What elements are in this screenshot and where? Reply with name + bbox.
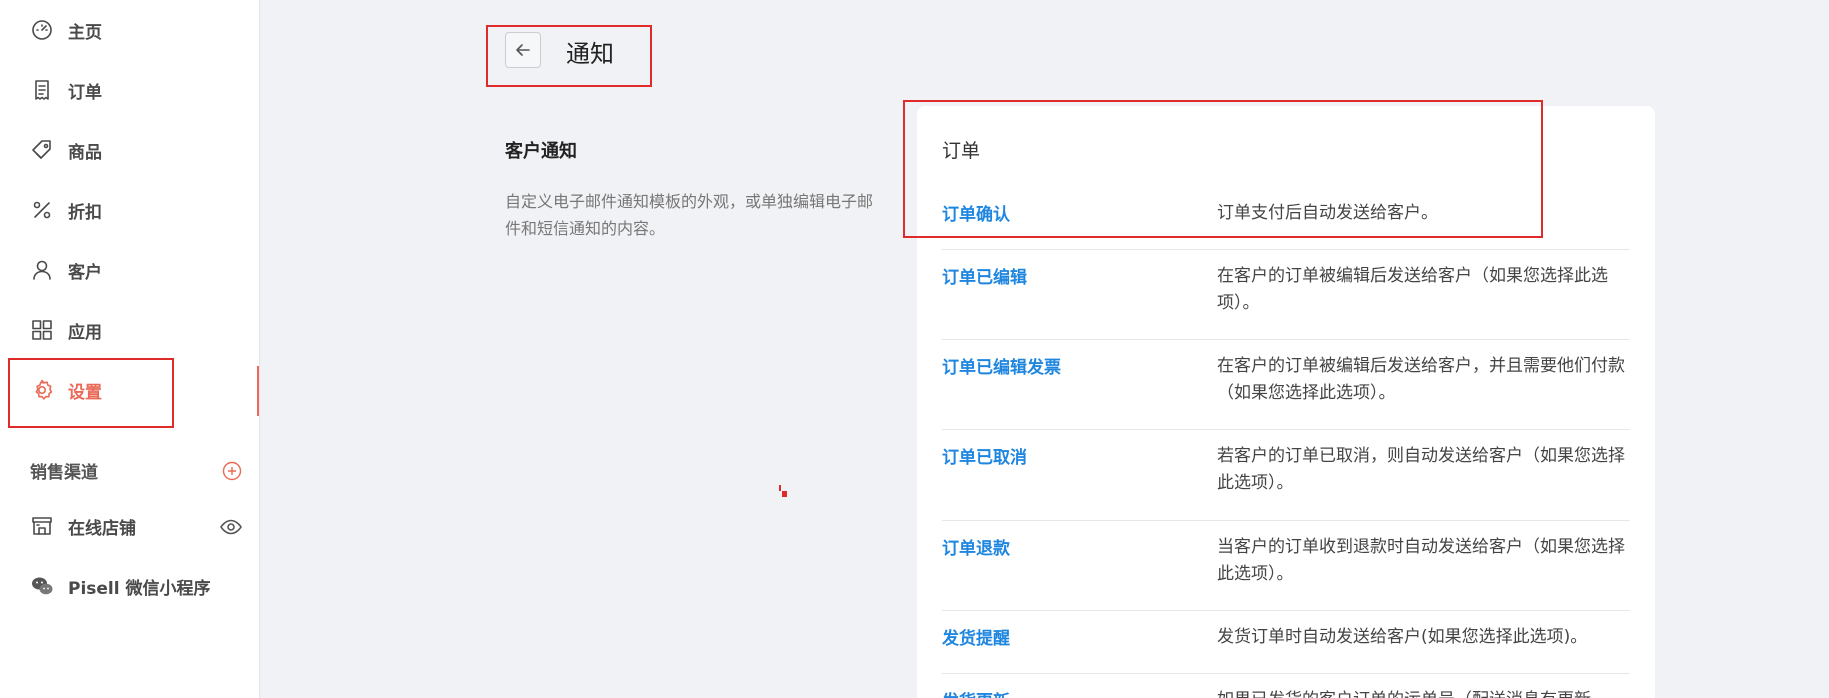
list-item: 发货提醒 发货订单时自动发送给客户(如果您选择此选项)。 bbox=[942, 624, 1630, 674]
eye-icon[interactable] bbox=[219, 515, 243, 539]
sidebar-item-label: 客户 bbox=[68, 262, 102, 283]
notification-link[interactable]: 订单已取消 bbox=[942, 443, 1027, 468]
sidebar-item-label: 在线店铺 bbox=[68, 518, 136, 539]
notification-link[interactable]: 订单退款 bbox=[942, 534, 1010, 559]
sales-channels-label: 销售渠道 bbox=[30, 463, 98, 483]
person-icon bbox=[30, 258, 54, 282]
sidebar-item-apps[interactable]: 应用 bbox=[0, 310, 260, 350]
notification-desc: 如果已发货的客户订单的运单号（配送消息有更新 bbox=[1217, 687, 1630, 698]
sidebar-item-home[interactable]: 主页 bbox=[0, 10, 260, 50]
notification-desc: 若客户的订单已取消，则自动发送给客户（如果您选择此选项）。 bbox=[1217, 446, 1625, 493]
active-indicator bbox=[257, 366, 259, 416]
list-item: 订单已编辑 在客户的订单被编辑后发送给客户（如果您选择此选项）。 bbox=[942, 263, 1630, 340]
card-title: 订单 bbox=[942, 140, 981, 162]
sidebar-item-discounts[interactable]: 折扣 bbox=[0, 190, 260, 230]
sidebar-item-wechat-mini-program[interactable]: Pisell 微信小程序 bbox=[0, 566, 260, 606]
notification-desc: 在客户的订单被编辑后发送给客户（如果您选择此选项）。 bbox=[1217, 266, 1608, 313]
back-button[interactable] bbox=[505, 32, 541, 68]
notification-link[interactable]: 发货提醒 bbox=[942, 624, 1010, 649]
sidebar-item-products[interactable]: 商品 bbox=[0, 130, 260, 170]
notification-link[interactable]: 发货更新 bbox=[942, 687, 1010, 698]
notification-link[interactable]: 订单已编辑发票 bbox=[942, 353, 1061, 378]
apps-grid-icon bbox=[30, 318, 54, 342]
arrow-left-icon bbox=[516, 44, 530, 56]
notification-desc: 订单支付后自动发送给客户。 bbox=[1217, 203, 1438, 223]
dashboard-icon bbox=[30, 18, 54, 42]
sidebar-item-label: 主页 bbox=[68, 22, 102, 43]
list-item: 订单已取消 若客户的订单已取消，则自动发送给客户（如果您选择此选项）。 bbox=[942, 443, 1630, 521]
cursor-marker bbox=[779, 485, 787, 497]
list-item: 订单退款 当客户的订单收到退款时自动发送给客户（如果您选择此选项）。 bbox=[942, 534, 1630, 611]
store-icon bbox=[30, 514, 54, 538]
sidebar-item-label: 设置 bbox=[68, 382, 102, 403]
sidebar-item-settings[interactable]: 设置 bbox=[0, 370, 260, 410]
notification-desc: 当客户的订单收到退款时自动发送给客户（如果您选择此选项）。 bbox=[1217, 537, 1625, 584]
notification-desc: 在客户的订单被编辑后发送给客户，并且需要他们付款（如果您选择此选项）。 bbox=[1217, 356, 1625, 403]
sidebar: 主页 订单 商品 折扣 客户 应用 设置 销售渠道 在线店铺 Pisell 微信… bbox=[0, 0, 260, 698]
percent-icon bbox=[30, 198, 54, 222]
sidebar-item-label: 商品 bbox=[68, 142, 102, 163]
list-item: 发货更新 如果已发货的客户订单的运单号（配送消息有更新 bbox=[942, 687, 1630, 698]
sidebar-item-orders[interactable]: 订单 bbox=[0, 70, 260, 110]
page-title: 通知 bbox=[566, 40, 614, 68]
list-item: 订单确认 订单支付后自动发送给客户。 bbox=[942, 200, 1630, 250]
sidebar-item-label: Pisell 微信小程序 bbox=[68, 578, 211, 599]
section-title: 客户通知 bbox=[505, 141, 577, 162]
notification-link[interactable]: 订单确认 bbox=[942, 200, 1010, 225]
wechat-icon bbox=[30, 574, 54, 598]
notification-desc: 发货订单时自动发送给客户(如果您选择此选项)。 bbox=[1217, 627, 1588, 647]
sidebar-item-customers[interactable]: 客户 bbox=[0, 250, 260, 290]
notification-card: 订单 订单确认 订单支付后自动发送给客户。 订单已编辑 在客户的订单被编辑后发送… bbox=[917, 106, 1655, 698]
receipt-icon bbox=[30, 78, 54, 102]
notification-link[interactable]: 订单已编辑 bbox=[942, 263, 1027, 288]
gear-icon bbox=[30, 378, 54, 402]
add-channel-icon[interactable] bbox=[222, 461, 242, 481]
sidebar-item-label: 应用 bbox=[68, 322, 102, 343]
sidebar-item-label: 折扣 bbox=[68, 202, 102, 223]
list-item: 订单已编辑发票 在客户的订单被编辑后发送给客户，并且需要他们付款（如果您选择此选… bbox=[942, 353, 1630, 430]
section-description: 自定义电子邮件通知模板的外观，或单独编辑电子邮件和短信通知的内容。 bbox=[505, 192, 874, 238]
tag-icon bbox=[30, 138, 54, 162]
sidebar-item-label: 订单 bbox=[68, 82, 102, 103]
